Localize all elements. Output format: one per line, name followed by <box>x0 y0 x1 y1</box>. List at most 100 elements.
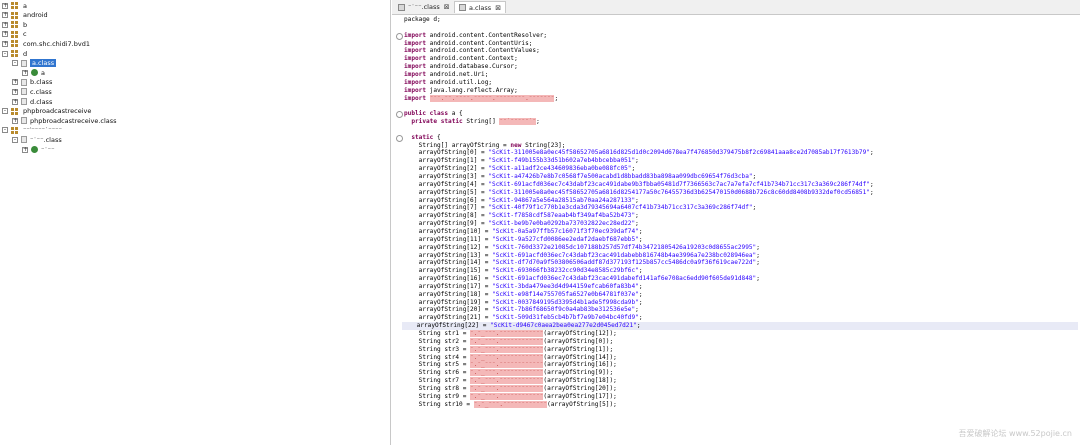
package-icon <box>11 126 19 134</box>
package-icon <box>11 21 19 28</box>
collapse-icon[interactable]: - <box>12 136 18 143</box>
tree-item-label: ⁻˙⁻⁻ <box>41 145 55 154</box>
expand-icon[interactable]: + <box>2 2 8 9</box>
tree-item[interactable]: + ⁻˙⁻⁻ <box>22 145 55 154</box>
tree-item[interactable]: + com.shc.chidi7.bvd1 <box>2 39 90 48</box>
code-text: arrayOfString[12] = <box>404 243 493 251</box>
code-line: arrayOfString[2] = "ScKit-a11adf2ce43460… <box>404 165 635 173</box>
code-text: ; <box>635 220 639 228</box>
code-string: "ScKit-df7d70a9f503806506addf87d377193f1… <box>492 259 757 267</box>
code-text: (arrayOfString[17]); <box>543 392 617 400</box>
expand-icon[interactable]: + <box>22 69 28 76</box>
code-line: String str7 = ⁻.⁻_⁻⁻⁻.⁻⁻⁻⁻⁻⁻⁻⁻⁻⁻⁻⁻(array… <box>404 377 617 385</box>
code-line: arrayOfString[5] = "ScKit-311005e8a0ec45… <box>404 189 874 197</box>
tree-item[interactable]: + a <box>2 1 27 10</box>
obfuscated-text: ⁻⁻⁻.⁻⁻.⁻⁻⁻⁻.⁻⁻⁻⁻⁻.⁻⁻⁻⁻⁻⁻⁻⁻.⁻⁻⁻⁻⁻⁻⁻ <box>429 94 555 102</box>
code-line: arrayOfString[14] = "ScKit-df7d70a9f5038… <box>404 259 760 267</box>
expand-icon[interactable]: + <box>12 79 18 86</box>
expand-icon[interactable]: + <box>12 117 18 124</box>
class-file-icon <box>398 3 405 11</box>
code-text: String[23]; <box>521 141 566 149</box>
expand-icon[interactable]: + <box>2 21 8 28</box>
code-line: import android.content.Context; <box>404 55 518 63</box>
code-line: arrayOfString[19] = "ScKit-0037849195d33… <box>404 298 643 307</box>
package-icon <box>11 50 19 57</box>
obfuscated-text: ⁻.⁻_⁻⁻⁻.⁻⁻⁻⁻⁻⁻⁻⁻⁻⁻⁻⁻ <box>470 377 544 385</box>
obfuscated-text: ⁻.⁻_⁻⁻⁻.⁻⁻⁻⁻⁻⁻⁻⁻⁻⁻⁻⁻ <box>470 392 544 400</box>
code-text: String str3 = <box>404 345 471 353</box>
fold-toggle-icon[interactable] <box>396 32 403 40</box>
tree-item[interactable]: - phpbroadcastreceive <box>2 107 91 116</box>
fold-toggle-icon[interactable] <box>396 134 403 142</box>
expand-icon[interactable]: + <box>12 88 18 95</box>
tab-a-class[interactable]: a.class ⊠ <box>454 1 507 13</box>
tree-item[interactable]: -d <box>2 49 27 58</box>
expand-icon[interactable]: + <box>2 31 8 38</box>
code-text: ; <box>638 227 643 235</box>
code-text: ; <box>638 235 643 243</box>
code-text: arrayOfString[7] = <box>404 204 489 212</box>
tree-item-label: ⁻⁻‵⁻⁻⁻⁻˙⁻⁻⁻⁻ <box>23 126 63 135</box>
expand-icon[interactable]: + <box>2 12 8 19</box>
code-line: arrayOfString[3] = "ScKit-a47426b7e8b7c0… <box>404 173 757 181</box>
code-line: String str9 = ⁻.⁻_⁻⁻⁻.⁻⁻⁻⁻⁻⁻⁻⁻⁻⁻⁻⁻(array… <box>404 392 617 401</box>
close-icon[interactable]: ⊠ <box>444 3 450 11</box>
tree-item[interactable]: - ⁻⁻‵⁻⁻⁻⁻˙⁻⁻⁻⁻ <box>2 126 62 135</box>
code-text: arrayOfString[22] = <box>402 322 491 330</box>
tree-item[interactable]: + a <box>22 68 45 77</box>
code-line: arrayOfString[4] = "ScKit-691acfd036ec7c… <box>404 181 874 189</box>
obfuscated-text: ⁻.⁻_⁻⁻⁻.⁻⁻⁻⁻⁻⁻⁻⁻⁻⁻⁻⁻ <box>470 353 544 361</box>
source-code-area[interactable]: package d; import android.content.Content… <box>392 16 1080 445</box>
expand-icon[interactable]: + <box>22 146 28 153</box>
code-text: ; <box>869 180 874 188</box>
code-text: arrayOfString[19] = <box>404 298 493 306</box>
code-text: arrayOfString[0] = <box>404 149 489 157</box>
pane-divider[interactable] <box>390 0 391 445</box>
code-text: arrayOfString[1] = <box>404 157 489 165</box>
code-keyword: import <box>404 94 427 102</box>
code-keyword: import <box>404 63 427 71</box>
code-text: String str7 = <box>404 377 471 385</box>
tab-obfuscated-class[interactable]: ⁻˙⁻⁻.class ⊠ <box>394 1 454 13</box>
fold-toggle-icon[interactable] <box>396 111 403 119</box>
code-keyword: import <box>404 31 427 39</box>
tree-item[interactable]: + b.class <box>12 78 52 87</box>
code-text: (arrayOfString[1]); <box>543 345 614 353</box>
package-icon <box>11 11 19 19</box>
code-text: ; <box>869 149 874 157</box>
code-string: "ScKit-691acfd036ec7c43dabf23cac491dabe9… <box>488 180 870 188</box>
class-icon <box>31 69 38 77</box>
code-text: arrayOfString[4] = <box>404 180 489 188</box>
collapse-icon[interactable]: - <box>2 108 8 115</box>
code-text: ; <box>638 290 643 298</box>
tree-item[interactable]: + c.class <box>12 87 52 96</box>
collapse-icon[interactable]: - <box>2 127 8 134</box>
file-icon <box>21 117 27 125</box>
tree-item[interactable]: + c <box>2 30 27 39</box>
tree-item[interactable]: - a.class <box>12 59 57 68</box>
code-text: ; <box>638 298 643 306</box>
collapse-icon[interactable]: - <box>2 50 8 57</box>
tree-item[interactable]: + phpbroadcastreceive.class <box>12 116 117 125</box>
code-line: String str1 = ⁻.⁻_⁻⁻⁻.⁻⁻⁻⁻⁻⁻⁻⁻⁻⁻⁻⁻(array… <box>404 330 617 338</box>
code-text: (arrayOfString[5]); <box>547 400 617 408</box>
expand-icon[interactable]: + <box>2 40 8 47</box>
file-icon <box>21 98 27 105</box>
tree-item[interactable]: + b <box>2 20 27 29</box>
close-icon[interactable]: ⊠ <box>495 4 501 12</box>
tree-item[interactable]: - ⁻˙⁻⁻.class <box>12 135 62 144</box>
code-text: ; <box>638 267 643 275</box>
tree-item-label: d <box>23 49 28 58</box>
package-explorer: + a + android + b + c + com.shc.chidi7.bvd1- d - a.c… <box>0 0 390 445</box>
tree-item[interactable]: + d.class <box>12 97 52 106</box>
code-text: arrayOfString[17] = <box>404 282 493 290</box>
code-keyword: import <box>404 47 427 55</box>
code-string: "ScKit-311005e8a0ec45f58652705a6816d8254… <box>488 188 870 196</box>
expand-icon[interactable]: + <box>12 98 18 105</box>
code-text: android.content.ContentValues; <box>426 47 540 55</box>
collapse-icon[interactable]: - <box>12 60 18 67</box>
tree-item[interactable]: + android <box>2 11 48 20</box>
code-text: (arrayOfString[18]); <box>543 377 617 385</box>
code-keyword: import <box>404 86 427 94</box>
code-line: import android.util.Log; <box>404 79 492 87</box>
